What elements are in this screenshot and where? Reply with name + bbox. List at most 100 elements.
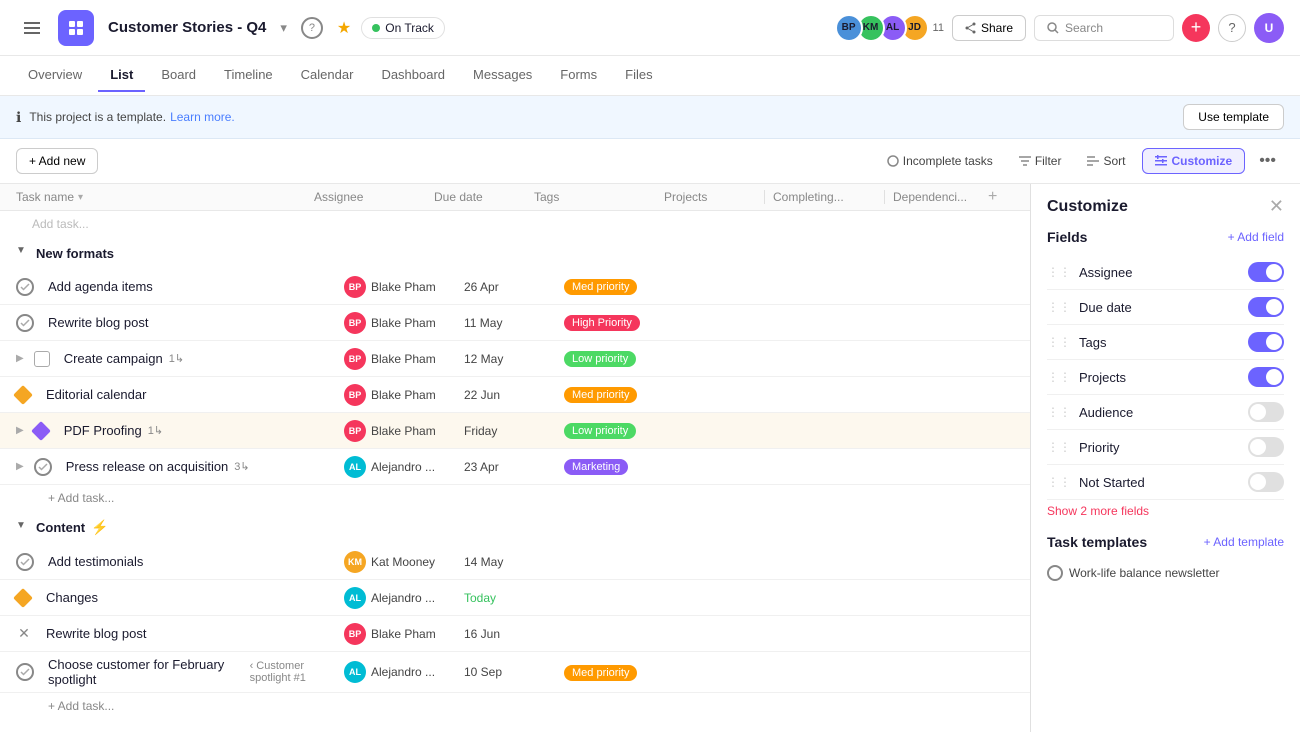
tag-badge: Med priority [564,665,637,681]
drag-handle[interactable]: ⋮⋮ [1047,405,1071,419]
sidebar-toggle[interactable] [16,12,48,44]
section-chevron: ▼ [16,520,32,536]
task-check[interactable] [16,278,34,296]
top-bar: Customer Stories - Q4 ▾ ? ★ On Track BP … [0,0,1300,56]
favorite-icon[interactable]: ★ [337,18,351,38]
tab-list[interactable]: List [98,59,145,92]
tab-overview[interactable]: Overview [16,59,94,92]
team-avatars[interactable]: BP KM AL JD 11 [841,14,944,42]
tab-messages[interactable]: Messages [461,59,544,92]
help-icon[interactable]: ? [301,17,323,39]
task-row[interactable]: Add agenda items BP Blake Pham 26 Apr Me… [0,269,1030,305]
info-icon: ℹ [16,109,21,126]
add-template-button[interactable]: + Add template [1204,535,1284,549]
drag-handle[interactable]: ⋮⋮ [1047,370,1071,384]
learn-more-link[interactable]: Learn more. [170,110,235,124]
section-content[interactable]: ▼ Content ⚡ [0,511,1030,544]
drag-handle[interactable]: ⋮⋮ [1047,300,1071,314]
duedate-toggle[interactable] [1248,297,1284,317]
task-name-cell: Rewrite blog post [16,314,344,332]
panel-close-button[interactable]: ✕ [1269,196,1284,217]
customize-button[interactable]: Customize [1142,148,1246,174]
task-check-square[interactable] [34,351,50,367]
drag-handle[interactable]: ⋮⋮ [1047,440,1071,454]
priority-toggle[interactable] [1248,437,1284,457]
tab-calendar[interactable]: Calendar [289,59,366,92]
due-date-cell: 10 Sep [464,665,564,679]
task-name-cell: Choose customer for February spotlight ‹… [16,657,344,687]
task-check[interactable] [16,553,34,571]
add-task-new-formats[interactable]: + Add task... [0,485,1030,511]
col-completing: Completing... [764,190,884,204]
task-check[interactable] [34,458,52,476]
template-row[interactable]: Work-life balance newsletter [1047,560,1284,586]
search-box[interactable]: Search [1034,15,1174,41]
tab-timeline[interactable]: Timeline [212,59,285,92]
tab-files[interactable]: Files [613,59,664,92]
assignee-cell: BP Blake Pham [344,623,464,645]
task-row[interactable]: ✕ Rewrite blog post BP Blake Pham 16 Jun [0,616,1030,652]
assignee-name: Kat Mooney [371,555,435,569]
add-button[interactable]: + [1182,14,1210,42]
sub-project-link[interactable]: ‹ Customer spotlight #1 [250,660,344,684]
column-headers: Task name ▾ Assignee Due date Tags Proje… [0,184,1030,211]
col-add-button[interactable]: + [984,188,1014,206]
assignee-cell: BP Blake Pham [344,348,464,370]
section-new-formats[interactable]: ▼ New formats [0,237,1030,269]
tab-dashboard[interactable]: Dashboard [369,59,457,92]
help-circle[interactable]: ? [1218,14,1246,42]
template-banner: ℹ This project is a template. Learn more… [0,96,1300,139]
task-row[interactable]: ▶ Create campaign 1↳ BP Blake Pham 12 Ma… [0,341,1030,377]
tag-badge: Med priority [564,279,637,295]
expand-icon[interactable]: ▶ [16,353,24,364]
task-check[interactable] [16,663,34,681]
user-avatar[interactable]: U [1254,13,1284,43]
field-name: Not Started [1079,475,1248,490]
tag-badge: Med priority [564,387,637,403]
use-template-button[interactable]: Use template [1183,104,1284,130]
project-dropdown-icon[interactable]: ▾ [280,20,287,36]
sort-button[interactable]: Sort [1077,149,1135,173]
not-started-toggle[interactable] [1248,472,1284,492]
task-row[interactable]: ▶ Press release on acquisition 3↳ AL Ale… [0,449,1030,485]
task-name-cell: Changes [16,590,344,605]
tab-board[interactable]: Board [149,59,208,92]
task-row[interactable]: Editorial calendar BP Blake Pham 22 Jun … [0,377,1030,413]
assignee-cell: KM Kat Mooney [344,551,464,573]
col-projects: Projects [664,190,764,204]
share-button[interactable]: Share [952,15,1026,41]
assignee-avatar: BP [344,348,366,370]
task-row[interactable]: Add testimonials KM Kat Mooney 14 May [0,544,1030,580]
add-task-top[interactable]: Add task... [0,211,1030,237]
task-name: Rewrite blog post [46,626,146,641]
drag-handle[interactable]: ⋮⋮ [1047,475,1071,489]
assignee-cell: BP Blake Pham [344,384,464,406]
projects-toggle[interactable] [1248,367,1284,387]
field-row-assignee: ⋮⋮ Assignee [1047,255,1284,290]
filter-button[interactable]: Filter [1009,149,1072,173]
task-row[interactable]: Changes AL Alejandro ... Today [0,580,1030,616]
more-options-button[interactable]: ••• [1251,147,1284,175]
task-check[interactable] [16,314,34,332]
task-row[interactable]: ▶ PDF Proofing 1↳ BP Blake Pham Friday L… [0,413,1030,449]
tags-toggle[interactable] [1248,332,1284,352]
col-duedate: Due date [434,190,534,204]
tab-forms[interactable]: Forms [548,59,609,92]
incomplete-tasks-button[interactable]: Incomplete tasks [877,149,1003,173]
add-task-content[interactable]: + Add task... [0,693,1030,719]
add-new-button[interactable]: + Add new [16,148,98,174]
drag-handle[interactable]: ⋮⋮ [1047,335,1071,349]
task-row[interactable]: Rewrite blog post BP Blake Pham 11 May H… [0,305,1030,341]
drag-handle[interactable]: ⋮⋮ [1047,265,1071,279]
expand-icon[interactable]: ▶ [16,461,24,472]
audience-toggle[interactable] [1248,402,1284,422]
assignee-name: Blake Pham [371,424,436,438]
add-field-button[interactable]: + Add field [1228,230,1284,244]
status-badge[interactable]: On Track [361,17,445,39]
assignee-toggle[interactable] [1248,262,1284,282]
diamond-icon [13,385,33,405]
expand-icon[interactable]: ▶ [16,425,24,436]
show-more-fields[interactable]: Show 2 more fields [1047,504,1284,518]
task-name: Add testimonials [48,554,143,569]
task-row[interactable]: Choose customer for February spotlight ‹… [0,652,1030,693]
